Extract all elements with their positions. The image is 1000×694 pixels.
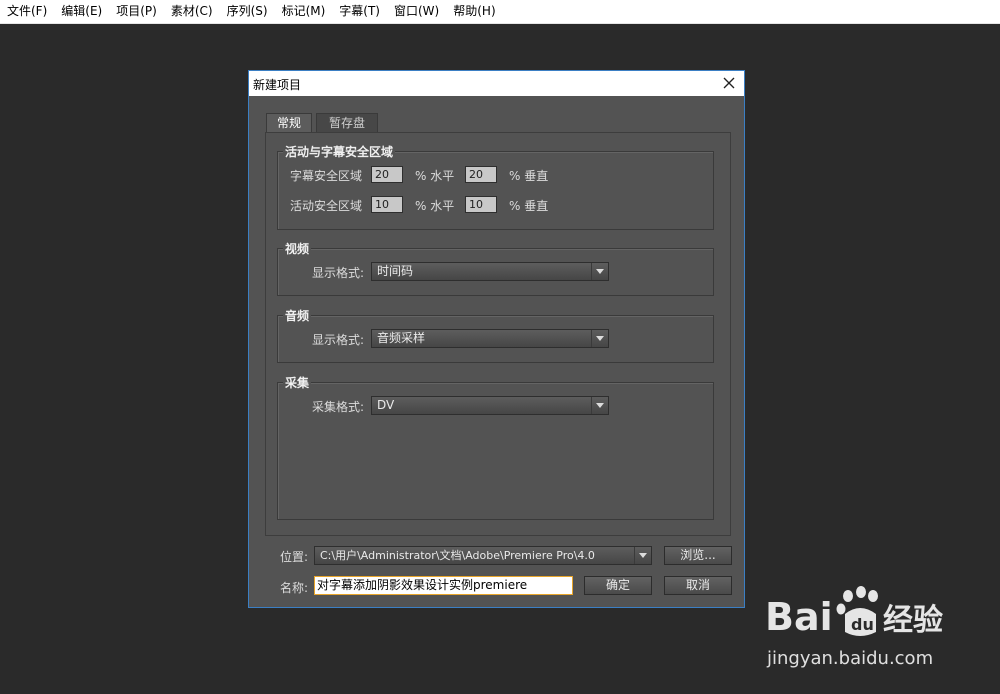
browse-button[interactable]: 浏览...: [664, 546, 732, 565]
cancel-button[interactable]: 取消: [664, 576, 732, 595]
video-display-format-dropdown[interactable]: 时间码: [371, 262, 609, 281]
close-button[interactable]: [714, 71, 744, 96]
menu-edit[interactable]: 编辑(E): [54, 0, 109, 23]
baidu-jingyan-watermark: Bai du 经验 jingyan.baidu.com: [765, 582, 995, 672]
video-display-format-value: 时间码: [377, 264, 414, 278]
menu-sequence[interactable]: 序列(S): [220, 0, 275, 23]
action-safe-horizontal-unit: % 水平: [415, 199, 455, 213]
chevron-down-icon: [591, 330, 608, 347]
audio-group-label: 音频: [283, 307, 312, 324]
menu-marker[interactable]: 标记(M): [275, 0, 333, 23]
title-safe-horizontal-unit: % 水平: [415, 169, 455, 183]
audio-display-format-value: 音频采样: [377, 331, 426, 345]
menu-title[interactable]: 字幕(T): [332, 0, 387, 23]
menu-project[interactable]: 项目(P): [109, 0, 164, 23]
title-safe-vertical-unit: % 垂直: [509, 169, 549, 183]
svg-text:Bai: Bai: [765, 595, 833, 639]
action-safe-label: 活动安全区域: [290, 199, 363, 213]
title-safe-label: 字幕安全区域: [290, 169, 363, 183]
audio-display-format-dropdown[interactable]: 音频采样: [371, 329, 609, 348]
dialog-titlebar[interactable]: 新建项目: [249, 71, 744, 96]
action-safe-vertical-input[interactable]: 10: [465, 196, 497, 213]
audio-display-format-label: 显示格式:: [312, 333, 365, 347]
capture-format-value: DV: [377, 398, 395, 412]
menu-window[interactable]: 窗口(W): [387, 0, 446, 23]
tab-general[interactable]: 常规: [266, 113, 313, 133]
ok-button[interactable]: 确定: [584, 576, 652, 595]
video-group-label: 视频: [283, 240, 312, 257]
general-tab-panel: 活动与字幕安全区域 字幕安全区域 20 % 水平 20 % 垂直 活动安全区域 …: [265, 132, 731, 536]
svg-text:经验: 经验: [883, 603, 943, 638]
watermark-url: jingyan.baidu.com: [767, 648, 934, 669]
safe-area-group-label: 活动与字幕安全区域: [283, 143, 396, 160]
video-display-format-label: 显示格式:: [312, 266, 365, 280]
chevron-down-icon: [591, 397, 608, 414]
menu-bar: 文件(F) 编辑(E) 项目(P) 素材(C) 序列(S) 标记(M) 字幕(T…: [0, 0, 1000, 24]
menu-file[interactable]: 文件(F): [0, 0, 54, 23]
new-project-dialog: 新建项目 常规 暂存盘 活动与字幕安全区域 字幕安全区域 20 % 水平 20 …: [248, 70, 745, 608]
chevron-down-icon: [591, 263, 608, 280]
action-safe-vertical-unit: % 垂直: [509, 199, 549, 213]
safe-area-group: [277, 151, 714, 230]
title-safe-horizontal-input[interactable]: 20: [371, 166, 403, 183]
svg-text:du: du: [851, 615, 874, 634]
name-label: 名称:: [280, 581, 309, 595]
title-safe-vertical-input[interactable]: 20: [465, 166, 497, 183]
capture-format-label: 采集格式:: [312, 400, 365, 414]
dialog-title: 新建项目: [253, 78, 302, 92]
tab-scratch-disks[interactable]: 暂存盘: [316, 113, 378, 132]
menu-clip[interactable]: 素材(C): [164, 0, 220, 23]
capture-group-label: 采集: [283, 374, 312, 391]
action-safe-horizontal-input[interactable]: 10: [371, 196, 403, 213]
chevron-down-icon: [634, 547, 651, 564]
location-value: C:\用户\Administrator\文档\Adobe\Premiere Pr…: [320, 549, 595, 562]
baidu-paw-logo: Bai du 经验: [765, 586, 943, 639]
menu-help[interactable]: 帮助(H): [446, 0, 502, 23]
location-label: 位置:: [280, 550, 309, 564]
location-dropdown[interactable]: C:\用户\Administrator\文档\Adobe\Premiere Pr…: [314, 546, 652, 565]
close-icon: [723, 77, 735, 89]
project-name-input[interactable]: 对字幕添加阴影效果设计实例premiere: [314, 576, 573, 595]
capture-format-dropdown[interactable]: DV: [371, 396, 609, 415]
